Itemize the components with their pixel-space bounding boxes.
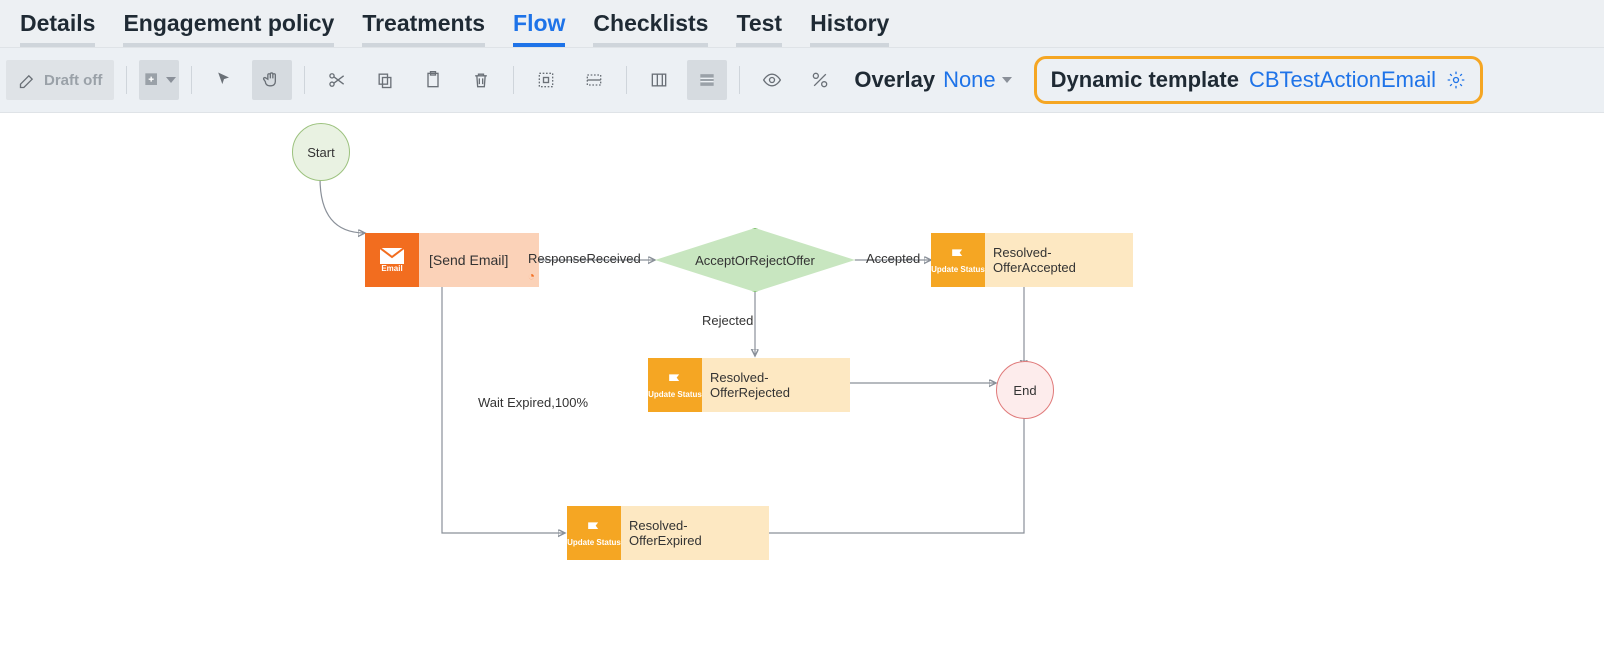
overlay-label: Overlay bbox=[854, 67, 935, 93]
cursor-icon bbox=[214, 70, 234, 90]
fit-icon bbox=[536, 70, 556, 90]
decision-label: AcceptOrRejectOffer bbox=[695, 253, 815, 268]
tab-history[interactable]: History bbox=[810, 10, 889, 47]
status-icon-cell: Update Status bbox=[648, 358, 702, 412]
copy-icon bbox=[375, 70, 395, 90]
flag-icon bbox=[948, 246, 968, 266]
separator bbox=[626, 66, 627, 94]
separator bbox=[191, 66, 192, 94]
dynamic-template-value[interactable]: CBTestActionEmail bbox=[1249, 67, 1436, 93]
flow-toolbar: Draft off Overlay None bbox=[0, 47, 1604, 113]
overlay-value: None bbox=[943, 67, 996, 93]
status-icon-label: Update Status bbox=[567, 539, 621, 548]
edge-response-received: ResponseReceived bbox=[528, 251, 641, 266]
visibility-button[interactable] bbox=[752, 60, 792, 100]
status-rejected-label: Resolved-OfferRejected bbox=[710, 370, 840, 400]
copy-button[interactable] bbox=[365, 60, 405, 100]
zoom-fit-button[interactable] bbox=[526, 60, 566, 100]
grid-columns-button[interactable] bbox=[639, 60, 679, 100]
draft-label: Draft off bbox=[44, 72, 102, 89]
dynamic-template-box: Dynamic template CBTestActionEmail bbox=[1034, 56, 1483, 104]
tab-engagement-policy[interactable]: Engagement policy bbox=[123, 10, 334, 47]
status-accepted-node[interactable]: Update Status Resolved-OfferAccepted bbox=[931, 233, 1133, 287]
separator bbox=[126, 66, 127, 94]
pointer-tool[interactable] bbox=[204, 60, 244, 100]
add-shape-button[interactable] bbox=[139, 60, 179, 100]
status-icon-label: Update Status bbox=[931, 266, 985, 275]
separator bbox=[739, 66, 740, 94]
status-icon-cell: Update Status bbox=[931, 233, 985, 287]
separator bbox=[513, 66, 514, 94]
end-label: End bbox=[1013, 383, 1036, 398]
paste-button[interactable] bbox=[413, 60, 453, 100]
edge-rejected: Rejected bbox=[702, 313, 753, 328]
columns-icon bbox=[649, 70, 669, 90]
edge-accepted: Accepted bbox=[866, 251, 920, 266]
delete-button[interactable] bbox=[461, 60, 501, 100]
email-icon-cell: Email bbox=[365, 233, 419, 287]
hand-icon bbox=[262, 70, 282, 90]
status-icon-cell: Update Status bbox=[567, 506, 621, 560]
decision-node[interactable]: AcceptOrRejectOffer bbox=[655, 228, 855, 292]
status-accepted-label: Resolved-OfferAccepted bbox=[993, 245, 1123, 275]
tab-flow[interactable]: Flow bbox=[513, 10, 565, 47]
marquee-icon bbox=[584, 70, 604, 90]
clipboard-icon bbox=[423, 70, 443, 90]
cut-button[interactable] bbox=[317, 60, 357, 100]
clock-icon: ◔ bbox=[528, 269, 535, 283]
status-rejected-node[interactable]: Update Status Resolved-OfferRejected bbox=[648, 358, 850, 412]
chevron-down-icon bbox=[1002, 77, 1012, 83]
flag-icon bbox=[584, 519, 604, 539]
email-node-label: [Send Email] ◔ bbox=[419, 233, 539, 287]
dynamic-template-label: Dynamic template bbox=[1051, 67, 1239, 93]
tab-bar: Details Engagement policy Treatments Flo… bbox=[0, 0, 1604, 47]
scissors-icon bbox=[327, 70, 347, 90]
email-icon-label: Email bbox=[381, 265, 402, 274]
tab-treatments[interactable]: Treatments bbox=[362, 10, 485, 47]
status-icon-label: Update Status bbox=[648, 391, 702, 400]
tab-test[interactable]: Test bbox=[736, 10, 782, 47]
status-expired-label: Resolved-OfferExpired bbox=[629, 518, 759, 548]
tab-checklists[interactable]: Checklists bbox=[593, 10, 708, 47]
envelope-icon bbox=[379, 247, 405, 265]
separator bbox=[304, 66, 305, 94]
grid-rows-button[interactable] bbox=[687, 60, 727, 100]
tab-details[interactable]: Details bbox=[20, 10, 95, 47]
pencil-icon bbox=[18, 70, 38, 90]
flag-icon bbox=[665, 371, 685, 391]
start-label: Start bbox=[307, 145, 334, 160]
pan-tool[interactable] bbox=[252, 60, 292, 100]
end-node[interactable]: End bbox=[996, 361, 1054, 419]
percent-icon bbox=[810, 70, 830, 90]
plus-icon bbox=[142, 70, 162, 90]
send-email-node[interactable]: Email [Send Email] ◔ bbox=[365, 233, 539, 287]
percent-button[interactable] bbox=[800, 60, 840, 100]
eye-icon bbox=[762, 70, 782, 90]
status-expired-node[interactable]: Update Status Resolved-OfferExpired bbox=[567, 506, 769, 560]
gear-icon[interactable] bbox=[1446, 70, 1466, 90]
rows-icon bbox=[697, 70, 717, 90]
zoom-selection-button[interactable] bbox=[574, 60, 614, 100]
flow-canvas[interactable]: Start Email [Send Email] ◔ AcceptOrRejec… bbox=[0, 113, 1604, 655]
overlay-dropdown[interactable]: None bbox=[943, 67, 1012, 93]
start-node[interactable]: Start bbox=[292, 123, 350, 181]
edge-wait-expired: Wait Expired,100% bbox=[478, 395, 588, 410]
trash-icon bbox=[471, 70, 491, 90]
chevron-down-icon bbox=[166, 77, 176, 83]
draft-toggle[interactable]: Draft off bbox=[6, 60, 114, 100]
